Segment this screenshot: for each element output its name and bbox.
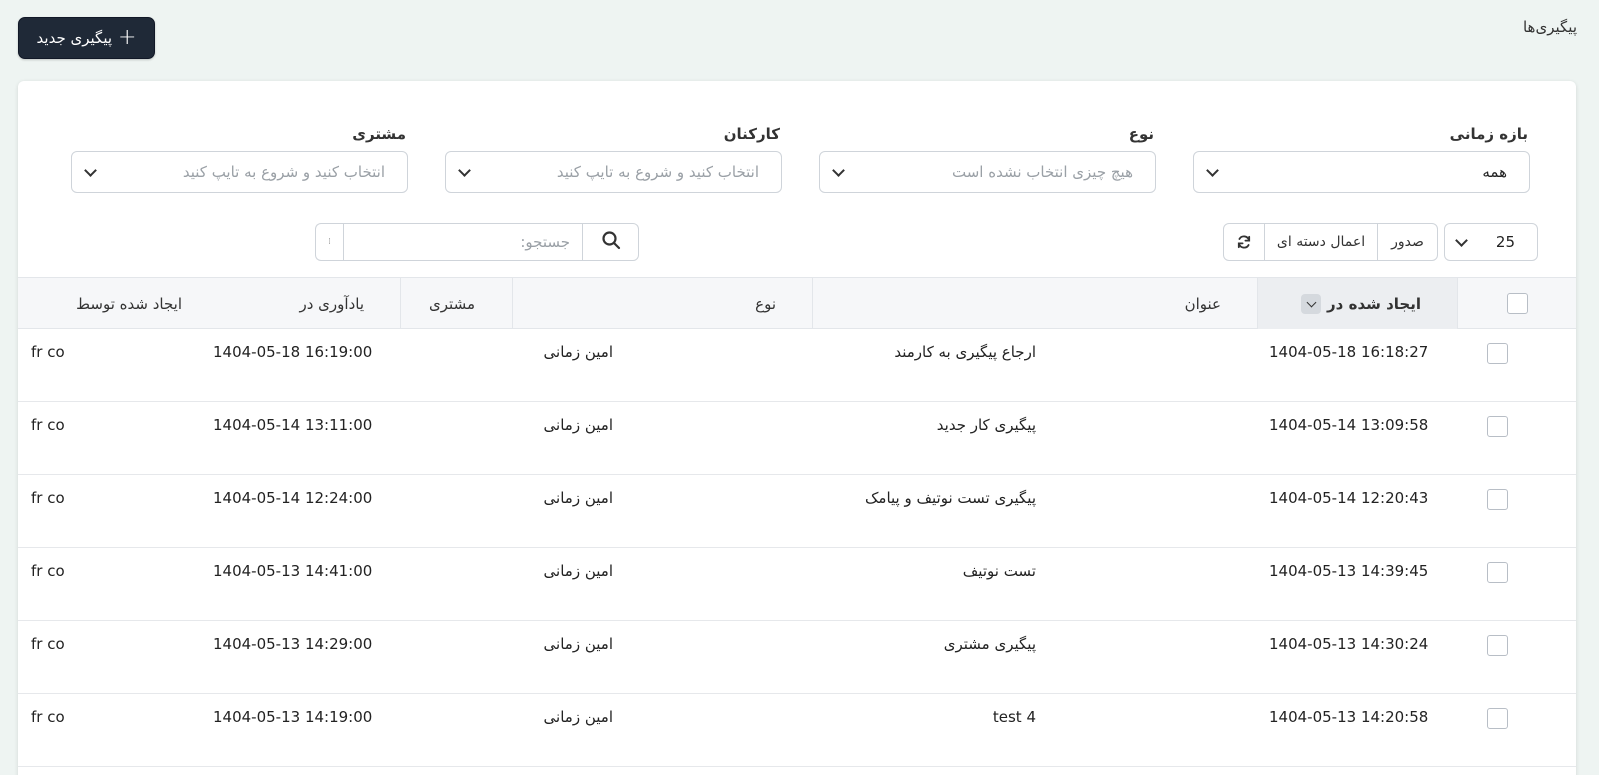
table-row[interactable]: 1404-05-13 14:20:58 test 4 امین زمانی 14… bbox=[18, 694, 1576, 767]
followups-card: بازه زمانی همه نوع هیچ چیزی انتخاب نشده … bbox=[18, 81, 1576, 775]
table-row[interactable]: 1404-05-14 13:09:58 پیگیری کار جدید امین… bbox=[18, 402, 1576, 475]
cell-created-at: 1404-05-14 13:09:58 bbox=[1269, 416, 1429, 434]
customer-placeholder: انتخاب کنید و شروع به تایپ کنید bbox=[182, 163, 385, 181]
per-page-select[interactable]: 25 bbox=[1444, 223, 1538, 261]
filter-time-range-label: بازه زمانی bbox=[1449, 125, 1528, 143]
column-customer[interactable]: مشتری bbox=[400, 278, 512, 329]
filter-type-label: نوع bbox=[1128, 125, 1154, 143]
cell-title[interactable]: test 4 bbox=[993, 708, 1036, 726]
cell-created-at: 1404-05-18 16:18:27 bbox=[1269, 343, 1429, 361]
cell-created-by: fr co bbox=[31, 562, 65, 580]
search-options-handle[interactable]: ⁞ bbox=[315, 223, 343, 261]
cell-created-by: fr co bbox=[31, 416, 65, 434]
cell-reminder-at: 1404-05-14 13:11:00 bbox=[213, 416, 373, 434]
row-checkbox[interactable] bbox=[1487, 416, 1508, 437]
row-checkbox[interactable] bbox=[1487, 343, 1508, 364]
table-header: ایجاد شده در عنوان نوع مشتری یادآوری در … bbox=[18, 277, 1576, 329]
search-button[interactable] bbox=[583, 223, 639, 261]
row-checkbox[interactable] bbox=[1487, 562, 1508, 583]
new-followup-label: پیگیری جدید bbox=[36, 29, 113, 47]
column-created-at[interactable]: ایجاد شده در bbox=[1257, 278, 1457, 329]
row-checkbox[interactable] bbox=[1487, 489, 1508, 510]
table-row[interactable]: 1404-05-18 16:18:27 ارجاع پیگیری به کارم… bbox=[18, 329, 1576, 402]
cell-reminder-at: 1404-05-13 14:19:00 bbox=[213, 708, 373, 726]
cell-created-by: fr co bbox=[31, 708, 65, 726]
select-all-checkbox[interactable] bbox=[1506, 293, 1528, 314]
bulk-actions-button[interactable]: اعمال دسته ای bbox=[1264, 224, 1377, 260]
cell-type: امین زمانی bbox=[543, 562, 613, 580]
row-checkbox[interactable] bbox=[1487, 708, 1508, 729]
type-select[interactable]: هیچ چیزی انتخاب نشده است bbox=[819, 151, 1156, 193]
cell-title[interactable]: پیگیری تست نوتیف و پیامک bbox=[865, 489, 1036, 507]
cell-type: امین زمانی bbox=[543, 708, 613, 726]
filter-staff: کارکنان انتخاب کنید و شروع به تایپ کنید bbox=[445, 125, 782, 193]
chevron-down-icon bbox=[1455, 233, 1468, 247]
chevron-down-icon bbox=[832, 163, 845, 177]
chevron-down-icon bbox=[1206, 163, 1219, 177]
cell-created-at: 1404-05-14 12:20:43 bbox=[1269, 489, 1429, 507]
column-title-label: عنوان bbox=[1184, 294, 1221, 313]
page-title: پیگیری‌ها bbox=[1522, 18, 1577, 36]
time-range-select[interactable]: همه bbox=[1193, 151, 1530, 193]
cell-reminder-at: 1404-05-14 12:24:00 bbox=[213, 489, 373, 507]
chevron-down-icon bbox=[84, 163, 97, 177]
filter-staff-label: کارکنان bbox=[723, 125, 780, 143]
customer-select[interactable]: انتخاب کنید و شروع به تایپ کنید bbox=[71, 151, 408, 193]
search-input[interactable] bbox=[343, 223, 583, 261]
filter-time-range: بازه زمانی همه bbox=[1193, 125, 1530, 193]
export-button[interactable]: صدور bbox=[1377, 224, 1437, 260]
search-bar: ⁞ bbox=[315, 223, 639, 261]
cell-title[interactable]: ارجاع پیگیری به کارمند bbox=[894, 343, 1036, 361]
cell-created-at: 1404-05-13 14:30:24 bbox=[1269, 635, 1429, 653]
cell-created-by: fr co bbox=[31, 489, 65, 507]
table-actions-group: صدور اعمال دسته ای bbox=[1223, 223, 1438, 261]
cell-type: امین زمانی bbox=[543, 416, 613, 434]
column-type[interactable]: نوع bbox=[512, 278, 812, 329]
cell-created-by: fr co bbox=[31, 343, 65, 361]
sort-desc-icon bbox=[1301, 293, 1322, 314]
table-row[interactable]: 1404-05-13 14:30:24 پیگیری مشتری امین زم… bbox=[18, 621, 1576, 694]
table-body: 1404-05-18 16:18:27 ارجاع پیگیری به کارم… bbox=[18, 329, 1576, 767]
cell-type: امین زمانی bbox=[543, 489, 613, 507]
cell-reminder-at: 1404-05-13 14:29:00 bbox=[213, 635, 373, 653]
table-toolbar: 25 صدور اعمال دسته ای bbox=[1223, 223, 1538, 261]
table-row[interactable]: 1404-05-14 12:20:43 پیگیری تست نوتیف و پ… bbox=[18, 475, 1576, 548]
column-type-label: نوع bbox=[755, 294, 776, 313]
cell-type: امین زمانی bbox=[543, 635, 613, 653]
cell-created-at: 1404-05-13 14:20:58 bbox=[1269, 708, 1429, 726]
column-customer-label: مشتری bbox=[429, 294, 475, 313]
cell-title[interactable]: پیگیری مشتری bbox=[944, 635, 1036, 653]
cell-created-by: fr co bbox=[31, 635, 65, 653]
time-range-value: همه bbox=[1482, 163, 1507, 181]
search-icon bbox=[601, 230, 621, 254]
row-checkbox[interactable] bbox=[1487, 635, 1508, 656]
cell-created-at: 1404-05-13 14:39:45 bbox=[1269, 562, 1429, 580]
cell-reminder-at: 1404-05-13 14:41:00 bbox=[213, 562, 373, 580]
cell-title[interactable]: تست نوتیف bbox=[963, 562, 1036, 580]
cell-type: امین زمانی bbox=[543, 343, 613, 361]
chevron-down-icon bbox=[458, 163, 471, 177]
column-title[interactable]: عنوان bbox=[812, 278, 1257, 329]
filter-customer-label: مشتری bbox=[352, 125, 406, 143]
staff-select[interactable]: انتخاب کنید و شروع به تایپ کنید bbox=[445, 151, 782, 193]
column-reminder-at-label[interactable]: یادآوری در bbox=[299, 295, 364, 313]
filter-type: نوع هیچ چیزی انتخاب نشده است bbox=[819, 125, 1156, 193]
refresh-icon bbox=[1236, 234, 1252, 250]
column-created-at-label: ایجاد شده در bbox=[1327, 294, 1421, 313]
filter-customer: مشتری انتخاب کنید و شروع به تایپ کنید bbox=[71, 125, 408, 193]
per-page-value: 25 bbox=[1495, 233, 1515, 251]
column-created-by-label[interactable]: ایجاد شده توسط bbox=[76, 295, 182, 313]
type-placeholder: هیچ چیزی انتخاب نشده است bbox=[951, 163, 1133, 181]
select-all-cell bbox=[1457, 278, 1576, 329]
column-reminder-created-by: یادآوری در ایجاد شده توسط bbox=[18, 278, 400, 329]
plus-icon: + bbox=[118, 25, 137, 50]
refresh-button[interactable] bbox=[1224, 224, 1264, 260]
followups-table: ایجاد شده در عنوان نوع مشتری یادآوری در … bbox=[18, 277, 1576, 767]
cell-reminder-at: 1404-05-18 16:19:00 bbox=[213, 343, 373, 361]
staff-placeholder: انتخاب کنید و شروع به تایپ کنید bbox=[556, 163, 759, 181]
cell-title[interactable]: پیگیری کار جدید bbox=[937, 416, 1036, 434]
table-row[interactable]: 1404-05-13 14:39:45 تست نوتیف امین زمانی… bbox=[18, 548, 1576, 621]
new-followup-button[interactable]: + پیگیری جدید bbox=[18, 17, 155, 59]
